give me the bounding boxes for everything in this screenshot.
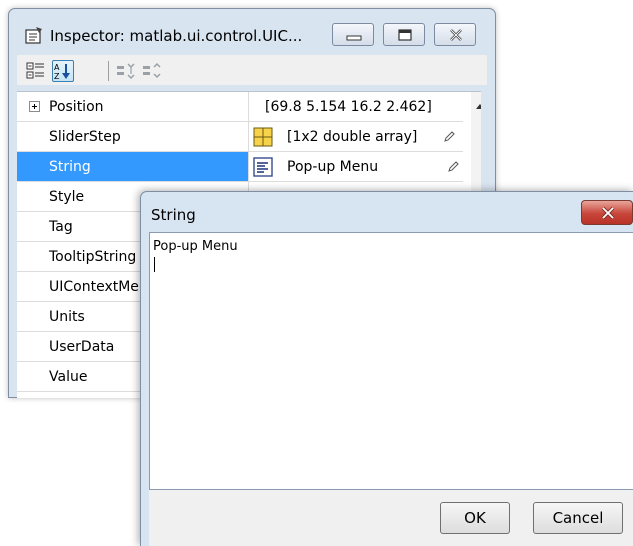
expand-plus-icon[interactable] xyxy=(29,101,40,112)
svg-text:A: A xyxy=(54,63,60,72)
array-editor-icon[interactable] xyxy=(251,125,275,149)
property-value[interactable]: Pop-up Menu xyxy=(249,152,463,182)
pencil-icon[interactable] xyxy=(447,161,459,173)
categorized-view-icon[interactable] xyxy=(25,60,47,82)
collapse-all-icon[interactable] xyxy=(141,60,163,82)
property-value[interactable]: [69.8 5.154 16.2 2.462] xyxy=(249,92,463,122)
cancel-button[interactable]: Cancel xyxy=(533,502,623,534)
string-text-content: Pop-up Menu xyxy=(153,239,238,254)
inspector-title-bar[interactable]: Inspector: matlab.ui.control.UIC... xyxy=(9,9,495,53)
string-text-area[interactable]: Pop-up Menu xyxy=(149,232,633,490)
text-editor-icon[interactable] xyxy=(251,155,275,179)
property-name: String xyxy=(17,152,249,182)
property-row-sliderstep[interactable]: SliderStep [1x2 double array] xyxy=(17,122,481,153)
inspector-app-icon xyxy=(25,27,42,44)
maximize-icon xyxy=(398,29,412,41)
ok-button[interactable]: OK xyxy=(440,502,510,534)
maximize-button[interactable] xyxy=(383,23,425,46)
minimize-icon xyxy=(346,35,362,41)
scroll-up-arrow-icon[interactable] xyxy=(475,102,481,110)
dialog-close-button[interactable] xyxy=(581,200,633,225)
pencil-icon[interactable] xyxy=(443,131,455,143)
close-icon xyxy=(601,206,615,220)
property-value[interactable]: [1x2 double array] xyxy=(249,122,463,152)
dialog-footer: OK Cancel xyxy=(149,490,633,546)
dialog-title: String xyxy=(151,206,196,224)
property-name: Position xyxy=(17,92,249,122)
property-row-string[interactable]: String Pop-up Menu xyxy=(17,152,481,183)
alphabetical-sort-button[interactable]: A Z xyxy=(52,60,74,82)
property-row-position[interactable]: Position [69.8 5.154 16.2 2.462] xyxy=(17,92,481,123)
expand-all-icon[interactable] xyxy=(115,60,137,82)
svg-text:Z: Z xyxy=(54,72,60,81)
close-button[interactable] xyxy=(434,23,476,46)
close-icon xyxy=(450,29,462,41)
toolbar-separator xyxy=(108,61,109,81)
inspector-toolbar: A Z xyxy=(17,55,487,85)
minimize-button[interactable] xyxy=(332,23,374,46)
property-name: SliderStep xyxy=(17,122,249,152)
string-editor-dialog: String Pop-up Menu OK Cancel xyxy=(140,191,633,546)
sort-alphabetical-icon: A Z xyxy=(54,63,70,81)
text-caret xyxy=(154,257,155,272)
inspector-title: Inspector: matlab.ui.control.UIC... xyxy=(50,27,303,45)
